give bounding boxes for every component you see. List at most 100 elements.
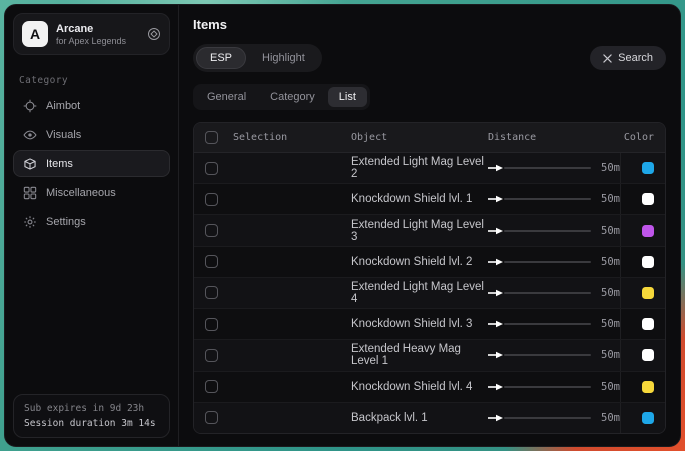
mode-tab-group: ESPHighlight xyxy=(193,44,322,72)
slider-thumb-icon[interactable] xyxy=(488,164,504,172)
sidebar-item-items[interactable]: Items xyxy=(13,150,170,177)
table-row: Knockdown Shield lvl. 3 50m xyxy=(194,309,665,340)
distance-cell: 50m xyxy=(488,412,620,424)
row-checkbox[interactable] xyxy=(205,318,218,331)
tab-category[interactable]: Category xyxy=(259,87,326,107)
color-swatch[interactable] xyxy=(642,287,654,299)
slider-track[interactable] xyxy=(504,323,591,325)
emblem-icon[interactable] xyxy=(147,27,161,41)
row-checkbox[interactable] xyxy=(205,255,218,268)
sidebar-item-miscellaneous[interactable]: Miscellaneous xyxy=(13,179,170,206)
distance-value: 50m xyxy=(601,318,620,330)
row-checkbox[interactable] xyxy=(205,286,218,299)
search-icon xyxy=(603,54,612,63)
sidebar-item-settings[interactable]: Settings xyxy=(13,208,170,235)
distance-value: 50m xyxy=(601,381,620,393)
slider-track[interactable] xyxy=(504,386,591,388)
slider-track[interactable] xyxy=(504,230,591,232)
object-name: Extended Light Mag Level 3 xyxy=(351,219,488,243)
object-name: Backpack lvl. 1 xyxy=(351,412,488,424)
color-swatch[interactable] xyxy=(642,162,654,174)
row-checkbox[interactable] xyxy=(205,349,218,362)
table-row: Knockdown Shield lvl. 2 50m xyxy=(194,247,665,278)
slider-thumb-icon[interactable] xyxy=(488,227,504,235)
distance-slider[interactable] xyxy=(488,383,591,391)
distance-value: 50m xyxy=(601,162,620,174)
color-cell xyxy=(620,403,654,433)
desktop-background: A Arcane for Apex Legends Category Aimbo… xyxy=(0,0,685,451)
header-color: Color xyxy=(620,132,654,143)
sidebar-spacer xyxy=(5,235,178,386)
slider-thumb-icon[interactable] xyxy=(488,351,504,359)
tab-general[interactable]: General xyxy=(196,87,257,107)
slider-track[interactable] xyxy=(504,354,591,356)
tab-highlight[interactable]: Highlight xyxy=(248,47,319,69)
slider-track[interactable] xyxy=(504,167,591,169)
slider-thumb-icon[interactable] xyxy=(488,320,504,328)
distance-slider[interactable] xyxy=(488,320,591,328)
row-checkbox[interactable] xyxy=(205,162,218,175)
row-checkbox[interactable] xyxy=(205,380,218,393)
table-row: Extended Light Mag Level 3 50m xyxy=(194,215,665,246)
object-name: Extended Heavy Mag Level 1 xyxy=(351,343,488,367)
color-swatch[interactable] xyxy=(642,412,654,424)
sub-expiry-text: Sub expires in 9d 23h xyxy=(24,403,159,414)
tab-list[interactable]: List xyxy=(328,87,367,107)
distance-cell: 50m xyxy=(488,349,620,361)
color-swatch[interactable] xyxy=(642,256,654,268)
distance-slider[interactable] xyxy=(488,351,591,359)
sidebar: A Arcane for Apex Legends Category Aimbo… xyxy=(5,5,179,446)
header-object: Object xyxy=(351,132,488,143)
session-duration-text: Session duration 3m 14s xyxy=(24,418,159,429)
slider-track[interactable] xyxy=(504,261,591,263)
color-swatch[interactable] xyxy=(642,381,654,393)
color-cell xyxy=(620,247,654,277)
row-checkbox[interactable] xyxy=(205,193,218,206)
distance-value: 50m xyxy=(601,349,620,361)
color-cell xyxy=(620,153,654,183)
distance-cell: 50m xyxy=(488,381,620,393)
slider-thumb-icon[interactable] xyxy=(488,289,504,297)
category-section-label: Category xyxy=(19,75,164,86)
sidebar-nav: Aimbot Visuals ItemsMiscellaneous Settings xyxy=(5,92,178,235)
app-subtitle: for Apex Legends xyxy=(56,36,126,46)
sidebar-item-label: Settings xyxy=(46,216,86,228)
slider-thumb-icon[interactable] xyxy=(488,195,504,203)
color-swatch[interactable] xyxy=(642,349,654,361)
package-icon xyxy=(23,157,37,171)
app-title: Arcane xyxy=(56,23,126,35)
distance-cell: 50m xyxy=(488,318,620,330)
color-cell xyxy=(620,184,654,214)
distance-slider[interactable] xyxy=(488,227,591,235)
distance-slider[interactable] xyxy=(488,195,591,203)
table-row: Knockdown Shield lvl. 1 50m xyxy=(194,184,665,215)
slider-track[interactable] xyxy=(504,417,591,419)
row-checkbox[interactable] xyxy=(205,411,218,424)
search-button[interactable]: Search xyxy=(590,46,666,70)
page-title: Items xyxy=(193,17,666,32)
slider-thumb-icon[interactable] xyxy=(488,414,504,422)
tab-esp[interactable]: ESP xyxy=(196,47,246,69)
color-swatch[interactable] xyxy=(642,193,654,205)
topbar: ESPHighlight Search xyxy=(193,44,666,72)
distance-slider[interactable] xyxy=(488,164,591,172)
grid-icon xyxy=(23,186,37,200)
slider-track[interactable] xyxy=(504,292,591,294)
row-checkbox[interactable] xyxy=(205,224,218,237)
slider-thumb-icon[interactable] xyxy=(488,258,504,266)
color-swatch[interactable] xyxy=(642,225,654,237)
distance-slider[interactable] xyxy=(488,414,591,422)
sidebar-item-visuals[interactable]: Visuals xyxy=(13,121,170,148)
slider-track[interactable] xyxy=(504,198,591,200)
table-row: Extended Heavy Mag Level 1 50m xyxy=(194,340,665,371)
select-all-checkbox[interactable] xyxy=(205,131,218,144)
color-swatch[interactable] xyxy=(642,318,654,330)
slider-thumb-icon[interactable] xyxy=(488,383,504,391)
sidebar-item-label: Visuals xyxy=(46,129,81,141)
distance-slider[interactable] xyxy=(488,289,591,297)
brand-card: A Arcane for Apex Legends xyxy=(13,13,170,55)
table-row: Backpack lvl. 1 50m xyxy=(194,403,665,433)
sidebar-item-aimbot[interactable]: Aimbot xyxy=(13,92,170,119)
distance-slider[interactable] xyxy=(488,258,591,266)
main-panel: Items ESPHighlight Search GeneralCategor… xyxy=(179,5,680,446)
